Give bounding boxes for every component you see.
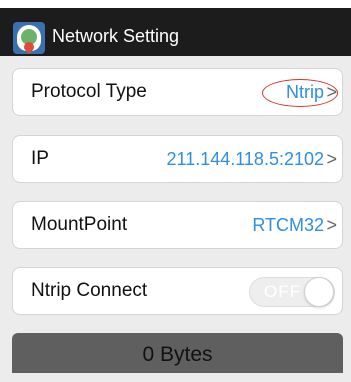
chevron-right-icon: > — [326, 215, 337, 235]
bytes-counter: 0 Bytes — [12, 333, 343, 373]
chevron-right-icon: > — [326, 149, 337, 169]
ntrip-connect-toggle[interactable]: OFF — [249, 277, 335, 307]
protocol-type-label: Protocol Type — [31, 81, 147, 102]
mountpoint-label: MountPoint — [31, 214, 128, 235]
title-bar: Network Setting — [0, 0, 351, 56]
page-title: Network Setting — [52, 26, 180, 46]
ip-row[interactable]: IP 211.144.118.5:2102 > — [12, 135, 343, 183]
ip-value: 211.144.118.5:2102 — [166, 149, 324, 169]
ntrip-connect-label: Ntrip Connect — [31, 280, 148, 301]
toggle-state-text: OFF — [264, 282, 301, 301]
ip-label: IP — [31, 148, 49, 169]
mountpoint-value: RTCM32 — [252, 215, 324, 235]
ntrip-connect-row: Ntrip Connect OFF — [12, 267, 343, 315]
toggle-knob — [304, 277, 334, 307]
status-bar-strip — [0, 0, 351, 8]
highlight-circle — [262, 79, 338, 107]
protocol-type-row[interactable]: Protocol Type Ntrip > — [12, 68, 343, 116]
mountpoint-row[interactable]: MountPoint RTCM32 > — [12, 201, 343, 249]
app-gps-icon — [13, 22, 45, 54]
